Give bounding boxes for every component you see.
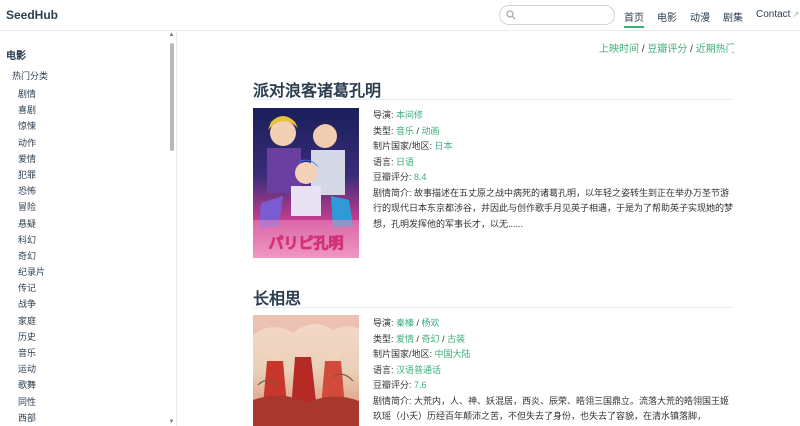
movie-synopsis: 剧情简介: 大荒内，人、神、妖混居，西炎、辰荣、皓翎三国鼎立。流落大荒的皓翎国王… [373, 395, 730, 422]
nav-contact[interactable]: Contact ↗ [756, 9, 799, 20]
movie-title[interactable]: 长相思 [253, 285, 301, 309]
region-link[interactable]: 中国大陆 [435, 349, 471, 359]
genre-row: 类型: 爱情 / 奇幻 / 古装 [373, 332, 735, 348]
sidebar-item[interactable]: 同性 [18, 394, 45, 410]
genre-link[interactable]: 古装 [447, 334, 465, 344]
nav-contact-label: Contact [756, 9, 791, 20]
sidebar-item[interactable]: 运动 [18, 361, 45, 377]
movie-synopsis: 剧情简介: 故事描述在五丈原之战中病死的诸葛孔明，以年轻之姿转生到正在举办万圣节… [373, 187, 734, 229]
sidebar-item[interactable]: 喜剧 [18, 102, 45, 118]
sidebar-item[interactable]: 传记 [18, 280, 45, 296]
title-divider [253, 99, 733, 100]
movie-poster[interactable] [253, 315, 359, 426]
genre-link[interactable]: 奇幻 [422, 334, 440, 344]
search-icon [506, 10, 516, 20]
rating-label: 豆瓣评分: [373, 172, 415, 182]
sidebar-item[interactable]: 西部 [18, 410, 45, 426]
rating-row: 豆瓣评分: 7.6 [373, 378, 735, 394]
movie-info: 导演: 秦榛 / 杨欢 类型: 爱情 / 奇幻 / 古装 制片国家/地区: 中国… [373, 316, 735, 425]
sidebar-category-list: 剧情 喜剧 惊悚 动作 爱情 犯罪 恐怖 冒险 悬疑 科幻 奇幻 纪录片 传记 … [18, 86, 45, 426]
movie-info: 导演: 本间修 类型: 音乐 / 动画 制片国家/地区: 日本 语言: 日语 豆… [373, 108, 735, 232]
genre-separator: / [439, 333, 448, 344]
language-link[interactable]: 汉语普通话 [396, 365, 441, 375]
sort-by-rating-link[interactable]: 豆瓣评分 [647, 44, 687, 55]
sidebar-item[interactable]: 动作 [18, 135, 45, 151]
region-label: 制片国家/地区: [373, 349, 435, 359]
genre-link[interactable]: 爱情 [396, 334, 414, 344]
sidebar-item[interactable]: 剧情 [18, 86, 45, 102]
language-row: 语言: 日语 [373, 155, 735, 171]
sidebar-item[interactable]: 歌舞 [18, 377, 45, 393]
sidebar: 电影 热门分类 剧情 喜剧 惊悚 动作 爱情 犯罪 恐怖 冒险 悬疑 科幻 奇幻… [0, 31, 177, 426]
nav-anime[interactable]: 动漫 [690, 9, 710, 24]
director-row: 导演: 秦榛 / 杨欢 [373, 316, 735, 332]
scrollbar-thumb[interactable] [170, 43, 174, 151]
external-link-icon: ↗ [792, 10, 800, 19]
site-logo[interactable]: SeedHub [6, 8, 58, 22]
language-row: 语言: 汉语普通话 [373, 363, 735, 379]
region-row: 制片国家/地区: 中国大陆 [373, 347, 735, 363]
region-label: 制片国家/地区: [373, 141, 435, 151]
movie-poster[interactable]: パリピ孔明 [253, 108, 359, 258]
genre-link[interactable]: 动画 [422, 126, 440, 136]
sidebar-subtitle[interactable]: 热门分类 [12, 69, 48, 82]
director-label: 导演: [373, 318, 397, 328]
top-navbar: SeedHub 首页 电影 动漫 剧集 Contact ↗ [0, 0, 800, 31]
sidebar-item[interactable]: 奇幻 [18, 248, 45, 264]
sidebar-item[interactable]: 战争 [18, 296, 45, 312]
scroll-up-arrow-icon[interactable]: ▲ [168, 32, 175, 38]
rating-row: 豆瓣评分: 8.4 [373, 170, 735, 186]
sort-by-release-link[interactable]: 上映时间 [599, 44, 639, 55]
director-label: 导演: [373, 110, 397, 120]
rating-label: 豆瓣评分: [373, 380, 415, 390]
director-link[interactable]: 杨欢 [422, 318, 440, 328]
genre-separator: / [414, 333, 422, 344]
language-label: 语言: [373, 364, 397, 375]
sort-separator: / [687, 44, 696, 55]
genre-separator: / [414, 125, 422, 136]
sidebar-item[interactable]: 纪录片 [18, 264, 45, 280]
language-link[interactable]: 日语 [396, 157, 414, 167]
sidebar-item[interactable]: 冒险 [18, 199, 45, 215]
sidebar-item[interactable]: 历史 [18, 329, 45, 345]
sidebar-item[interactable]: 爱情 [18, 151, 45, 167]
search-input[interactable] [499, 5, 615, 25]
sidebar-item[interactable]: 悬疑 [18, 216, 45, 232]
nav-series[interactable]: 剧集 [723, 9, 743, 24]
svg-text:パリピ孔明: パリピ孔明 [268, 234, 343, 252]
rating-value: 7.6 [414, 380, 427, 390]
title-divider [253, 307, 733, 308]
director-row: 导演: 本间修 [373, 108, 735, 124]
region-link[interactable]: 日本 [435, 141, 453, 151]
nav-home[interactable]: 首页 [624, 9, 644, 28]
sidebar-item[interactable]: 犯罪 [18, 167, 45, 183]
genre-label: 类型: [373, 125, 397, 136]
director-link[interactable]: 秦榛 [396, 318, 414, 328]
sidebar-scrollbar[interactable]: ▲ ▼ [168, 31, 175, 426]
sidebar-item[interactable]: 科幻 [18, 232, 45, 248]
scroll-down-arrow-icon[interactable]: ▼ [168, 419, 175, 425]
genre-label: 类型: [373, 333, 397, 344]
sidebar-item[interactable]: 音乐 [18, 345, 45, 361]
rating-value: 8.4 [414, 172, 427, 182]
sort-by-trending-link[interactable]: 近期热门 [696, 44, 734, 55]
nav-movies[interactable]: 电影 [657, 9, 677, 24]
genre-row: 类型: 音乐 / 动画 [373, 124, 735, 140]
movie-title[interactable]: 派对浪客诸葛孔明 [253, 77, 381, 101]
language-label: 语言: [373, 156, 397, 167]
sidebar-title[interactable]: 电影 [6, 47, 26, 62]
region-row: 制片国家/地区: 日本 [373, 139, 735, 155]
sidebar-item[interactable]: 惊悚 [18, 118, 45, 134]
sort-options: 上映时间 / 豆瓣评分 / 近期热门 [599, 40, 734, 55]
sidebar-item[interactable]: 恐怖 [18, 183, 45, 199]
sidebar-item[interactable]: 家庭 [18, 313, 45, 329]
director-link[interactable]: 本间修 [396, 110, 423, 120]
genre-link[interactable]: 音乐 [396, 126, 414, 136]
director-separator: / [414, 318, 422, 328]
